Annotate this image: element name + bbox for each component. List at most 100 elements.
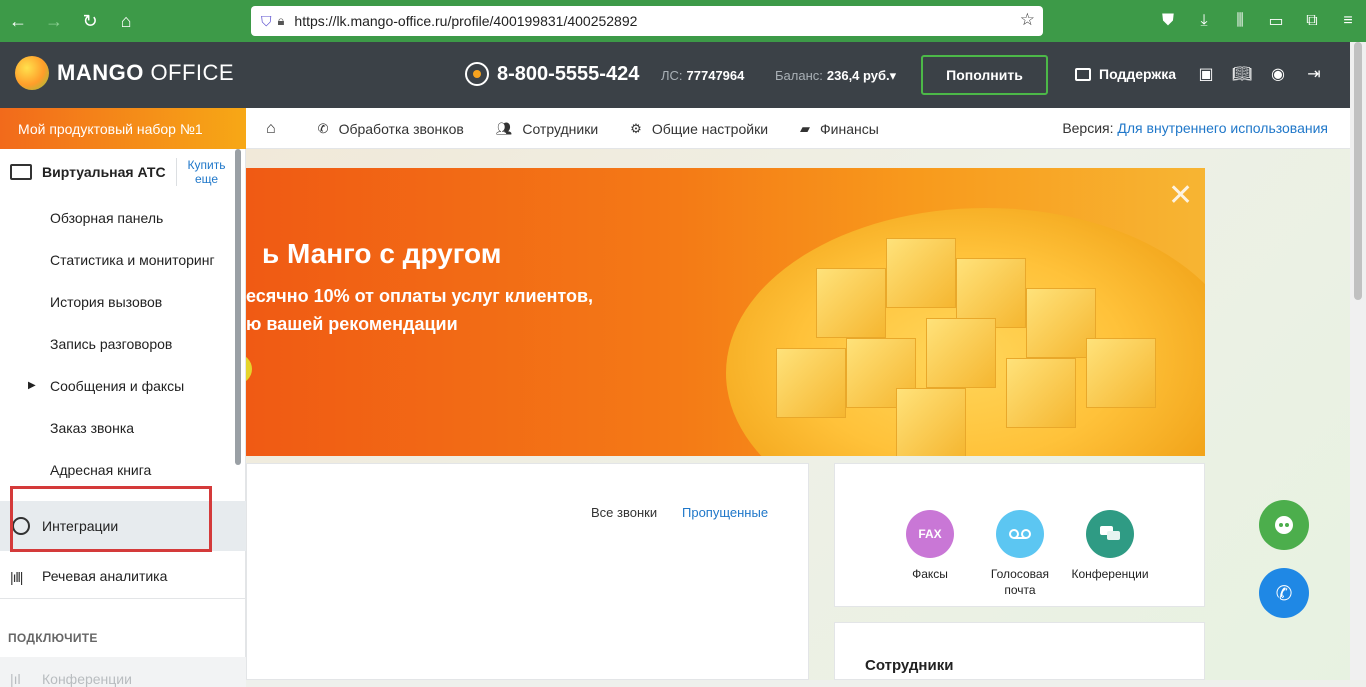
mango-cube [1086,338,1156,408]
profile-icon[interactable]: ◉ [1266,62,1290,86]
balance-value[interactable]: 236,4 руб.▾ [827,68,896,83]
sidebar-item-speech-analytics[interactable]: |ıll| Речевая аналитика [0,551,246,599]
version-link[interactable]: Для внутреннего использования [1117,120,1328,136]
reload-icon[interactable]: ↻ [72,0,108,42]
banner-subtitle: есячно 10% от оплаты услуг клиентов, ю в… [246,282,593,338]
call-button[interactable]: ✆ [1259,568,1309,618]
highlight-frame [10,486,212,552]
home-icon[interactable]: ⌂ [108,0,144,42]
service-conferences[interactable]: Конференции [1070,510,1150,582]
users-icon: 👥︎ [495,120,513,136]
expand-arrow-icon[interactable]: ▶ [28,380,36,391]
promo-banner[interactable]: ь Манго с другом есячно 10% от оплаты ус… [246,168,1205,456]
mango-logo[interactable]: MANGO OFFICE [15,56,234,90]
pbx-icon [10,164,32,180]
service-label: Факсы [912,567,948,581]
url-text[interactable]: https://lk.mango-office.ru/profile/40019… [294,13,637,29]
sidebar-scrollbar[interactable] [235,149,241,465]
banner-title: ь Манго с другом [262,238,502,269]
forward-icon[interactable]: → [36,0,72,42]
nav-label: Сотрудники [522,120,599,137]
all-calls-tab[interactable]: Все звонки [591,505,657,520]
mango-cube [896,388,966,456]
book-icon[interactable]: 📖︎ [1230,62,1254,86]
pocket-icon[interactable]: ⛊ [1150,0,1186,42]
mango-cube [886,238,956,308]
page-scrollbar[interactable] [1350,42,1366,680]
support-link[interactable]: Поддержка [1075,66,1176,82]
scrollbar-thumb[interactable] [1354,42,1362,300]
version-label: Версия: [1062,120,1114,136]
support-label: Поддержка [1099,66,1177,82]
balance-label: Баланс: [775,68,823,83]
sidebar-item-messages[interactable]: Сообщения и факсы [50,378,184,394]
fax-icon: FAX [906,510,954,558]
library-icon[interactable]: ⫼ [1222,0,1258,42]
logo-bold-text: MANGO [57,60,144,85]
mango-cube [926,318,996,388]
headset-icon [465,62,489,86]
sidebar-item-call-history[interactable]: История вызовов [50,294,162,310]
sidebar-item-label: Конференции [42,671,132,687]
service-voicemail[interactable]: Голосовая почта [980,510,1060,598]
voicemail-icon [996,510,1044,558]
service-label: Конференции [1071,567,1149,581]
sidebar-item-statistics[interactable]: Статистика и мониторинг [50,252,215,268]
mango-cube [1006,358,1076,428]
service-label: Голосовая почта [990,567,1050,597]
account-value: 77747964 [686,68,745,83]
support-phone: 8-800-5555-424 [465,62,639,86]
phone-icon: ✆ [1275,582,1293,605]
buy-more-link[interactable]: Купить еще [176,158,236,186]
nav-employees[interactable]: 👥︎ Сотрудники [496,121,598,137]
sidebar-item-recordings[interactable]: Запись разговоров [50,336,172,352]
sidebar-item-dashboard[interactable]: Обзорная панель [50,210,163,226]
product-set-selector[interactable]: Мой продуктовый набор №1 [0,108,246,149]
back-icon[interactable]: ← [0,0,36,42]
lock-icon[interactable]: 🔒︎ [278,13,285,29]
banner-subtitle-line: ю вашей рекомендации [246,314,458,334]
home-icon[interactable]: ⌂ [266,120,276,138]
extensions-icon[interactable]: ⧉ [1294,0,1330,42]
mango-cube [816,268,886,338]
balance[interactable]: Баланс: 236,4 руб.▾ [775,68,896,84]
conference-icon [1086,510,1134,558]
monitor-icon[interactable]: ▣ [1194,62,1218,86]
nav-label: Финансы [820,120,879,137]
version-info: Версия: Для внутреннего использования [1062,120,1328,136]
address-bar[interactable]: ⛉ 🔒︎ https://lk.mango-office.ru/profile/… [251,6,1043,36]
nav-finance[interactable]: ▰ Финансы [800,121,879,137]
waveform-icon: |ıll| [10,569,23,585]
nav-label: Общие настройки [651,120,769,137]
missed-calls-tab[interactable]: Пропущенные [682,505,768,520]
calls-card: Все звонки Пропущенные [246,463,809,680]
sidebar-title[interactable]: Виртуальная АТС [42,164,166,180]
connect-heading: ПОДКЛЮЧИТЕ [8,631,98,645]
shield-icon[interactable]: ⛉ [261,13,272,30]
sidebar-icon[interactable]: ▭ [1258,0,1294,42]
staff-card-title: Сотрудники [865,657,954,674]
bookmark-star-icon[interactable]: ☆ [1020,10,1035,30]
nav-settings[interactable]: ⚙ Общие настройки [630,121,768,137]
topup-button[interactable]: Пополнить [921,55,1048,95]
nav-home[interactable]: ⌂ [266,120,286,138]
download-icon[interactable]: ⤓ [1186,0,1222,42]
account-label: ЛС: [661,68,683,83]
gear-icon: ⚙ [630,120,642,136]
mango-cube [776,348,846,418]
service-fax[interactable]: FAX Факсы [890,510,970,582]
sidebar-item-conferences-faded[interactable]: |ıl Конференции [0,657,246,687]
sidebar-item-address-book[interactable]: Адресная книга [50,462,151,478]
nav-call-handling[interactable]: ✆ Обработка звонков [318,121,464,137]
bot-icon [1275,516,1293,534]
sidebar-item-callback[interactable]: Заказ звонка [50,420,134,436]
main-nav: Мой продуктовый набор №1 ⌂ ✆ Обработка зв… [0,108,1366,149]
menu-icon[interactable]: ≡ [1330,0,1366,42]
logout-icon[interactable]: ⇥ [1302,62,1326,86]
close-icon[interactable]: ✕ [1168,178,1193,213]
account-number: ЛС: 77747964 [661,68,744,83]
waveform-icon: |ıl [10,671,21,687]
logo-circle-icon [15,56,49,90]
chat-bot-button[interactable] [1259,500,1309,550]
banner-button-edge[interactable] [246,354,252,384]
